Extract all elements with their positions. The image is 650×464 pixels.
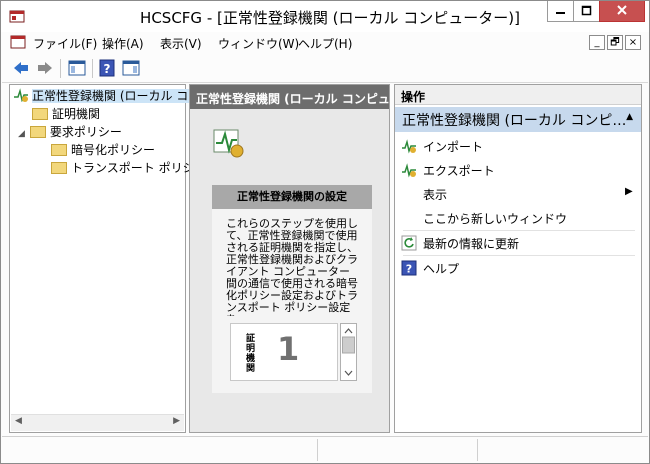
import-icon (402, 139, 416, 154)
toolbar: ? (2, 54, 648, 83)
tree-item-label: 要求ポリシー (49, 125, 122, 139)
close-button[interactable] (599, 1, 645, 22)
mmc-window: HCSCFG - [正常性登録機関 (ローカル コンピューター)] ファイル(F… (0, 0, 650, 464)
folder-icon (32, 108, 48, 120)
tree-item-label: 証明機関 (52, 107, 101, 121)
tree-item-crypto-policy[interactable]: 暗号化ポリシー (51, 141, 155, 159)
minimize-icon (556, 12, 565, 14)
maximize-icon (581, 5, 592, 16)
menu-action[interactable]: 操作(A) (102, 35, 144, 52)
settings-title: 正常性登録機関の設定 (212, 185, 372, 209)
action-help[interactable]: ? ヘルプ (401, 260, 459, 280)
scroll-left-icon[interactable]: ◀ (15, 416, 22, 426)
step-card[interactable]: 証明機関 1 (230, 323, 338, 381)
status-bar (2, 436, 648, 463)
tree-item-transport-policy[interactable]: トランスポート ポリシー (51, 159, 207, 177)
actions-selected-node[interactable]: 正常性登録機関 (ローカル コンピ… ▲ (395, 107, 641, 132)
toolbar-separator (60, 59, 61, 78)
show-hide-console-tree-icon[interactable] (68, 59, 86, 77)
refresh-icon (401, 235, 417, 251)
actions-header: 操作 (395, 85, 641, 105)
console-tree: 正常性登録機関 (ローカル コンピューター) 証明機関 ◢ 要求ポリシー 暗号化ポ… (9, 84, 265, 433)
action-new-window[interactable]: ここから新しいウィンドウ (423, 210, 567, 230)
svg-text:?: ? (406, 263, 412, 276)
action-label: 表示 (423, 188, 448, 202)
tree-item-request-policy[interactable]: ◢ 要求ポリシー (18, 123, 122, 141)
result-pane: 正常性登録機関 (ローカル コンピュ… 正常性登録機関の設定 これらのステップを… (189, 84, 390, 433)
tree-item-ca[interactable]: 証明機関 (32, 105, 100, 123)
close-icon (617, 5, 627, 15)
svg-text:?: ? (104, 62, 111, 76)
tree-item-label: トランスポート ポリシー (71, 161, 207, 175)
collapse-arrow-icon[interactable]: ▲ (626, 112, 633, 122)
back-arrow-icon[interactable] (12, 60, 30, 76)
health-registration-icon (14, 88, 28, 103)
settings-description: これらのステップを使用して、正常性登録機関で使用される証明機関を指定し、正常性登… (226, 218, 358, 316)
action-label: 最新の情報に更新 (423, 237, 520, 251)
step-scrollbar[interactable] (340, 323, 357, 381)
folder-icon (51, 162, 67, 174)
action-label: エクスポート (423, 164, 495, 178)
tree-item-label: 暗号化ポリシー (71, 143, 156, 157)
action-import[interactable]: インポート (401, 138, 483, 158)
result-pane-header: 正常性登録機関 (ローカル コンピュ… (190, 85, 389, 109)
forward-arrow-icon[interactable] (36, 60, 54, 76)
maximize-button[interactable] (573, 1, 600, 22)
status-cell (2, 439, 318, 461)
status-cell (478, 439, 646, 461)
menu-bar: ファイル(F) 操作(A) 表示(V) ウィンドウ(W) ヘルプ(H) _ 🗗 … (2, 32, 648, 53)
actions-selected-label: 正常性登録機関 (ローカル コンピ… (402, 113, 627, 129)
horizontal-scrollbar[interactable]: ◀ ▶ (11, 414, 184, 431)
expand-arrow-icon[interactable]: ◢ (18, 129, 25, 139)
result-pane-body: 正常性登録機関の設定 これらのステップを使用して、正常性登録機関で使用される証明… (190, 109, 389, 432)
submenu-arrow-icon: ▶ (625, 186, 633, 197)
action-refresh[interactable]: 最新の情報に更新 (401, 235, 519, 255)
toolbar-separator (92, 59, 93, 78)
help-icon: ? (401, 260, 417, 276)
action-label: インポート (423, 140, 484, 154)
action-label: ここから新しいウィンドウ (423, 212, 568, 226)
folder-icon (51, 144, 67, 156)
health-registration-large-icon (213, 129, 244, 158)
menu-window[interactable]: ウィンドウ(W) (218, 35, 299, 52)
minimize-button[interactable] (547, 1, 574, 22)
mdi-minimize-button[interactable]: _ (589, 35, 605, 50)
actions-separator (403, 255, 635, 256)
actions-separator (403, 230, 635, 231)
mdi-close-button[interactable]: × (625, 35, 641, 50)
action-label: ヘルプ (423, 262, 460, 276)
step-number: 1 (277, 330, 300, 368)
step-label: 証明機関 (246, 334, 256, 374)
settings-panel: 正常性登録機関の設定 これらのステップを使用して、正常性登録機関で使用される証明… (212, 185, 372, 393)
console-icon (10, 35, 26, 49)
export-icon (402, 163, 416, 178)
menu-view[interactable]: 表示(V) (160, 35, 202, 52)
action-export[interactable]: エクスポート (401, 162, 495, 182)
folder-icon (29, 126, 46, 138)
action-view[interactable]: 表示 (423, 186, 447, 206)
menu-file[interactable]: ファイル(F) (33, 35, 97, 52)
mdi-restore-button[interactable]: 🗗 (607, 35, 623, 50)
scroll-right-icon[interactable]: ▶ (173, 416, 180, 426)
title-bar: HCSCFG - [正常性登録機関 (ローカル コンピューター)] (1, 1, 649, 32)
show-hide-action-pane-icon[interactable] (122, 59, 140, 77)
actions-pane: 操作 正常性登録機関 (ローカル コンピ… ▲ インポート エクスポート 表示 … (394, 84, 642, 433)
menu-help[interactable]: ヘルプ(H) (298, 35, 352, 52)
step-scroll-icons (342, 328, 355, 376)
status-cell (318, 439, 478, 461)
help-icon[interactable]: ? (99, 59, 115, 77)
